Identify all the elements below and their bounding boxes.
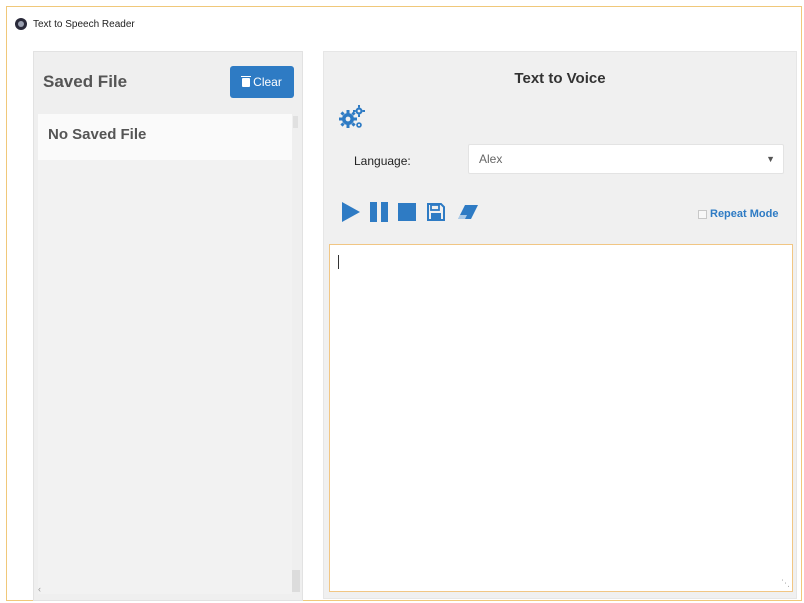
list-item: No Saved File (38, 114, 292, 160)
eraser-icon[interactable] (456, 202, 480, 222)
language-label: Language: (354, 154, 411, 168)
scrollbar-down-handle[interactable] (292, 570, 300, 592)
scroll-left-icon[interactable]: ‹ (38, 584, 41, 594)
gear-icon[interactable] (338, 104, 366, 130)
language-select[interactable]: Alex ▼ (468, 144, 784, 174)
window-title: Text to Speech Reader (33, 18, 135, 30)
stop-icon[interactable] (398, 203, 416, 221)
repeat-mode-label[interactable]: Repeat Mode (710, 208, 778, 220)
text-to-voice-title: Text to Voice (514, 70, 606, 87)
repeat-mode-toggle[interactable]: Repeat Mode (698, 208, 778, 220)
language-select-value: Alex (479, 152, 503, 166)
text-input-area[interactable]: ⋱ (329, 244, 793, 592)
saved-file-header: Saved File Clear (34, 52, 302, 114)
app-icon (15, 18, 27, 30)
chevron-down-icon: ▼ (766, 154, 775, 164)
saved-file-panel: Saved File Clear No Saved File ‹ (33, 51, 303, 601)
save-icon[interactable] (426, 202, 446, 222)
saved-file-list[interactable]: No Saved File (38, 114, 300, 594)
scrollbar-up-handle[interactable] (293, 116, 298, 128)
resize-handle-icon[interactable]: ⋱ (781, 578, 790, 589)
saved-file-title: Saved File (43, 72, 128, 91)
text-to-voice-panel: Text to Voice Language: Alex ▼ Repeat Mo… (323, 51, 797, 599)
text-cursor (338, 255, 339, 269)
trash-icon (241, 75, 252, 87)
saved-file-scrollbar[interactable] (292, 114, 300, 594)
repeat-mode-checkbox[interactable] (698, 209, 707, 219)
pause-icon[interactable] (370, 202, 388, 222)
playback-toolbar (342, 200, 480, 224)
app-window: Text to Speech Reader Saved File Clear N… (6, 6, 802, 601)
play-icon[interactable] (342, 202, 360, 222)
clear-button-label: Clear (253, 75, 282, 89)
empty-list-text: No Saved File (48, 126, 147, 143)
title-bar: Text to Speech Reader (7, 7, 801, 41)
clear-button[interactable]: Clear (230, 66, 294, 98)
